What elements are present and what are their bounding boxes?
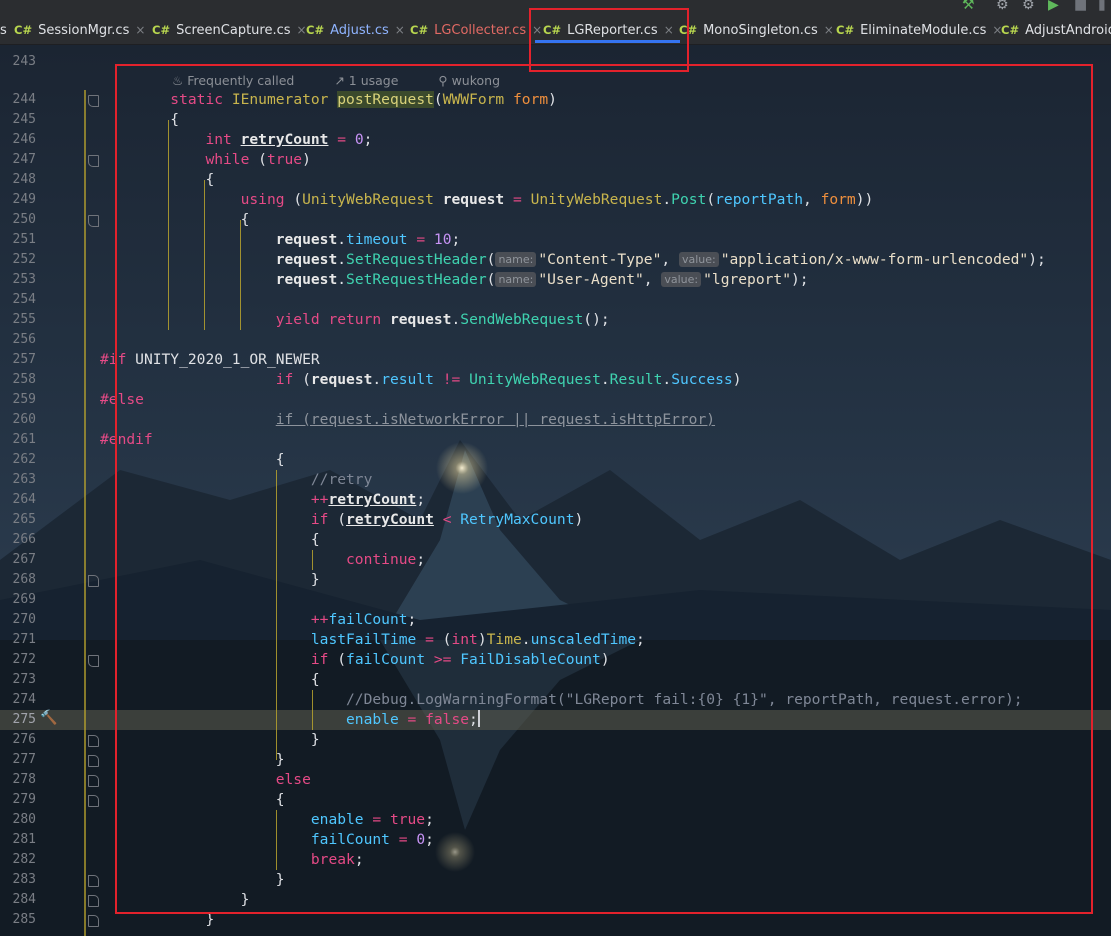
line-number: 259	[12, 392, 36, 407]
csharp-file-icon: C#	[152, 23, 171, 37]
line-number: 246	[12, 132, 36, 147]
tab-monosingleton[interactable]: C# MonoSingleton.cs ×	[679, 17, 834, 43]
tab-label: AdjustAndroid.c	[1025, 22, 1111, 38]
line-number: 251	[12, 232, 36, 247]
tab-adjustandroid[interactable]: C# AdjustAndroid.c	[1001, 17, 1111, 43]
csharp-file-icon: C#	[410, 23, 429, 37]
line-number: 244	[12, 92, 36, 107]
line-number: 279	[12, 792, 36, 807]
fold-toggle[interactable]	[88, 215, 99, 227]
debug-icon[interactable]: ⚙	[996, 0, 1009, 13]
attach-debugger-icon[interactable]: ⚙	[1022, 0, 1035, 13]
tab-lgcollecter[interactable]: C# LGCollecter.cs ×	[410, 17, 542, 43]
line-number: 247	[12, 152, 36, 167]
tab-label: ScreenCapture.cs	[176, 22, 291, 38]
more-icon[interactable]: ▮	[1098, 0, 1106, 13]
tab-label: LGCollecter.cs	[434, 22, 527, 38]
line-number: 264	[12, 492, 36, 507]
line-number: 265	[12, 512, 36, 527]
line-number: 249	[12, 192, 36, 207]
line-number: 277	[12, 752, 36, 767]
line-number: 267	[12, 552, 36, 567]
line-number: 281	[12, 832, 36, 847]
close-tab-icon[interactable]: ×	[824, 23, 834, 37]
line-number: 245	[12, 112, 36, 127]
line-number: 254	[12, 292, 36, 307]
hammer-gutter-icon[interactable]: 🔨	[40, 710, 57, 726]
close-tab-icon[interactable]: ×	[135, 23, 145, 37]
fold-toggle[interactable]	[88, 95, 99, 107]
fold-toggle[interactable]	[88, 895, 99, 907]
line-number: 263	[12, 472, 36, 487]
fold-toggle[interactable]	[88, 755, 99, 767]
fold-toggle[interactable]	[88, 155, 99, 167]
line-number: 269	[12, 592, 36, 607]
line-number: 284	[12, 892, 36, 907]
stop-icon[interactable]: ■	[1074, 0, 1087, 13]
close-tab-icon[interactable]: ×	[395, 23, 405, 37]
fold-toggle[interactable]	[88, 655, 99, 667]
line-number: 266	[12, 532, 36, 547]
line-number: 271	[12, 632, 36, 647]
line-number: 257	[12, 352, 36, 367]
line-number: 272	[12, 652, 36, 667]
line-number: 262	[12, 452, 36, 467]
line-number: 285	[12, 912, 36, 927]
tab-screencapture[interactable]: C# ScreenCapture.cs ×	[152, 17, 307, 43]
csharp-file-icon: C#	[14, 23, 33, 37]
line-number: 252	[12, 252, 36, 267]
line-number: 253	[12, 272, 36, 287]
csharp-file-icon: C#	[306, 23, 325, 37]
line-number: 268	[12, 572, 36, 587]
line-number: 282	[12, 852, 36, 867]
tab-sessionmgr[interactable]: C# SessionMgr.cs ×	[14, 17, 145, 43]
run-icon[interactable]: ▶	[1048, 0, 1059, 13]
line-number: 256	[12, 332, 36, 347]
line-number: 280	[12, 812, 36, 827]
fold-toggle[interactable]	[88, 915, 99, 927]
line-number: 276	[12, 732, 36, 747]
line-number: 270	[12, 612, 36, 627]
line-number: 248	[12, 172, 36, 187]
tab-label: SessionMgr.cs	[38, 22, 130, 38]
line-number: 243	[12, 54, 36, 69]
vcs-change-bar	[84, 90, 86, 936]
line-number: 261	[12, 432, 36, 447]
line-number: 255	[12, 312, 36, 327]
fold-toggle[interactable]	[88, 575, 99, 587]
csharp-file-icon: C#	[836, 23, 855, 37]
line-number: 278	[12, 772, 36, 787]
line-number: 258	[12, 372, 36, 387]
annotation-box-code-region	[115, 64, 1093, 914]
line-number-current: 275	[12, 712, 36, 727]
line-number: 283	[12, 872, 36, 887]
tab-label: Adjust.cs	[330, 22, 389, 38]
tab-label: MonoSingleton.cs	[703, 22, 818, 38]
tab-adjust[interactable]: C# Adjust.cs ×	[306, 17, 405, 43]
fold-toggle[interactable]	[88, 775, 99, 787]
tab-overflow-glyph: s	[0, 22, 7, 38]
line-number: 260	[12, 412, 36, 427]
fold-toggle[interactable]	[88, 735, 99, 747]
line-number: 273	[12, 672, 36, 687]
line-number: 250	[12, 212, 36, 227]
tab-label: EliminateModule.cs	[860, 22, 987, 38]
csharp-file-icon: C#	[1001, 23, 1020, 37]
fold-toggle[interactable]	[88, 875, 99, 887]
tab-eliminatemodule[interactable]: C# EliminateModule.cs ×	[836, 17, 1002, 43]
fold-toggle[interactable]	[88, 795, 99, 807]
annotation-box-active-tab	[529, 8, 689, 72]
line-number: 274	[12, 692, 36, 707]
build-hammer-icon[interactable]: ⚒	[962, 0, 975, 13]
